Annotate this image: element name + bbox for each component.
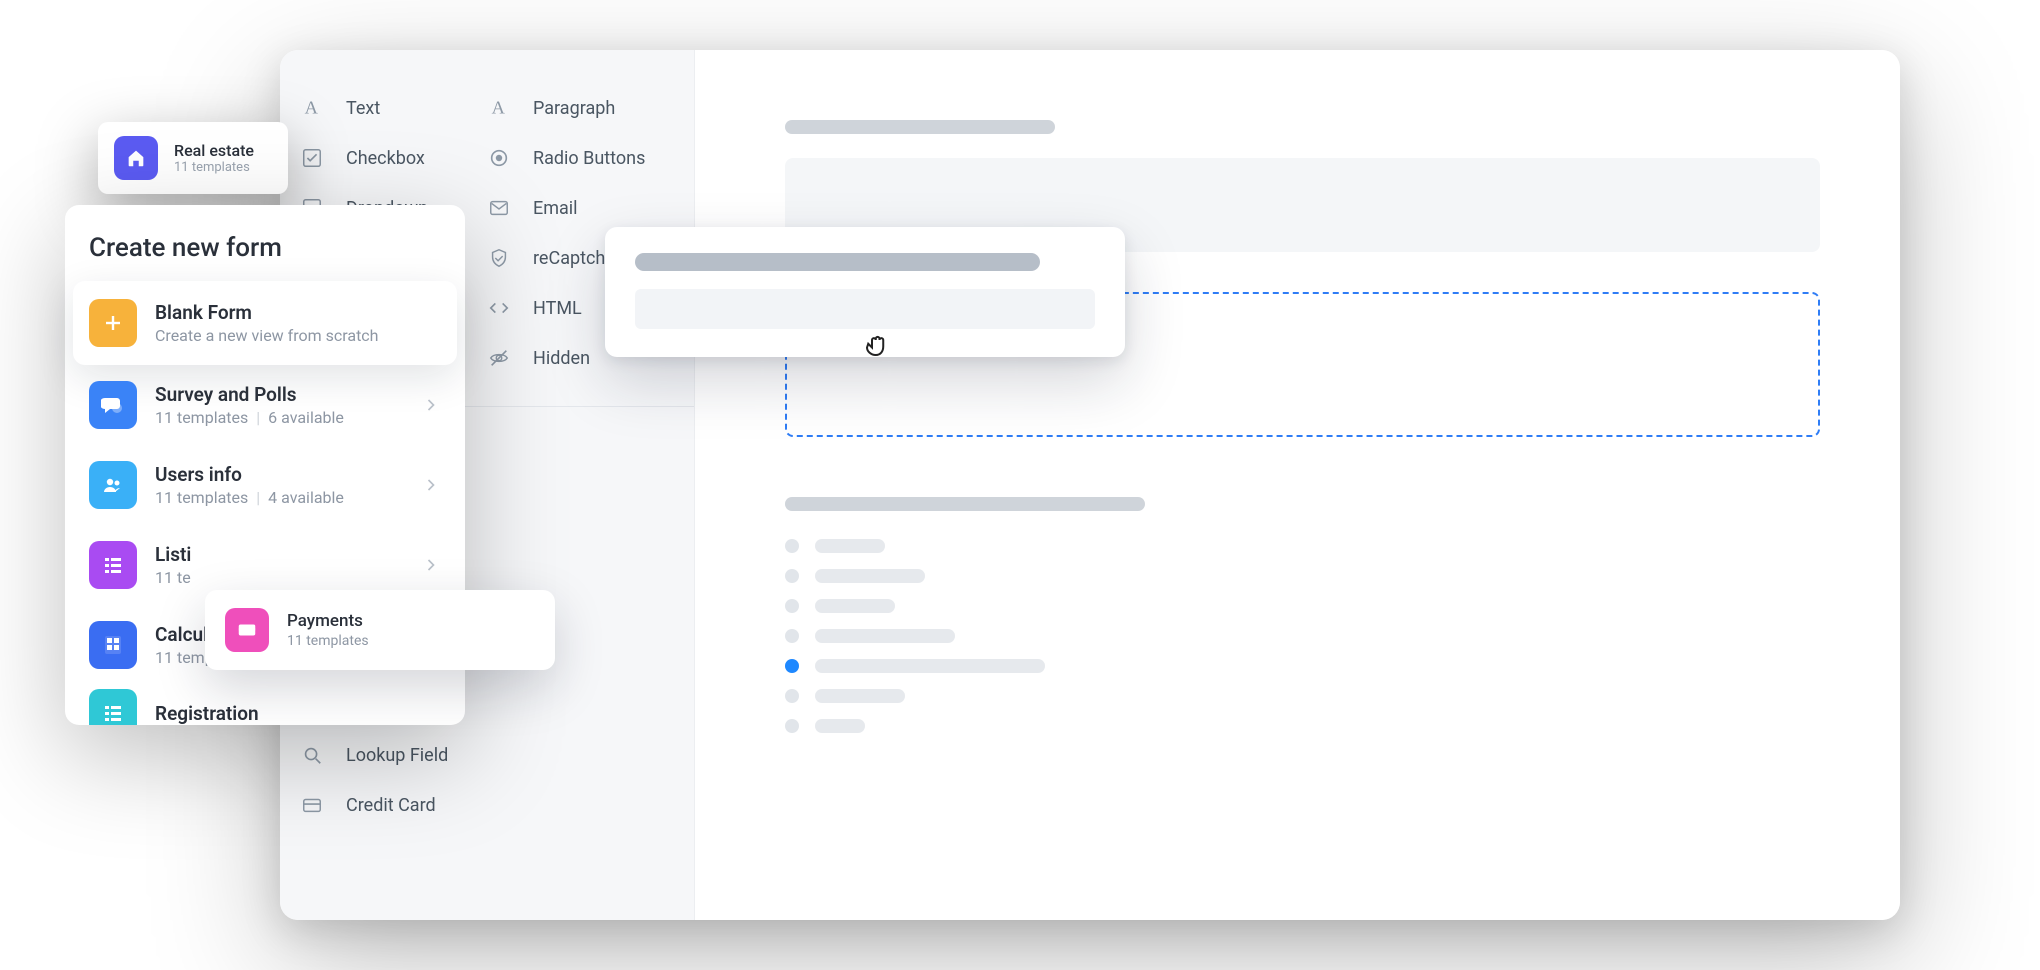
skeleton-radio-row — [785, 689, 1820, 703]
skeleton-radio-row — [785, 539, 1820, 553]
search-icon — [300, 743, 324, 767]
template-title: Registration — [155, 702, 441, 725]
list-icon — [89, 541, 137, 589]
skeleton-radio-dot — [785, 659, 799, 673]
field-label: Lookup Field — [346, 745, 448, 766]
shield-icon — [487, 246, 511, 270]
card-icon — [225, 608, 269, 652]
plus-icon — [89, 299, 137, 347]
template-title: Blank Form — [155, 301, 441, 324]
skeleton-radio-dot — [785, 629, 799, 643]
payments-sub: 11 templates — [287, 633, 369, 649]
checkbox-icon — [300, 146, 324, 170]
field-radio-buttons[interactable]: Radio Buttons — [487, 140, 674, 176]
skeleton-radio-dot — [785, 539, 799, 553]
chat-icon — [89, 381, 137, 429]
template-title: Users info — [155, 463, 403, 486]
chevron-right-icon — [421, 555, 441, 575]
field-label: Checkbox — [346, 148, 425, 169]
real-estate-card[interactable]: Real estate 11 templates — [98, 122, 288, 194]
skeleton-radio-label — [815, 629, 955, 643]
skeleton-radio-row — [785, 569, 1820, 583]
app-window: TextCheckboxDropdown ParagraphRadio Butt… — [280, 50, 1900, 920]
template-usersinfo[interactable]: Users info 11 templates|4 available — [65, 445, 465, 525]
skeleton-title — [785, 120, 1055, 134]
skeleton-radio-label — [815, 719, 865, 733]
field-checkbox[interactable]: Checkbox — [300, 140, 487, 176]
template-blank[interactable]: Blank Form Create a new view from scratc… — [73, 281, 457, 365]
hidden-icon — [487, 346, 511, 370]
skeleton-radio-row — [785, 629, 1820, 643]
create-form-heading: Create new form — [65, 233, 465, 281]
template-sub: 11 templates|4 available — [155, 488, 403, 507]
chevron-right-icon — [421, 395, 441, 415]
chevron-right-icon — [421, 475, 441, 495]
reg-icon — [89, 689, 137, 725]
text-a-icon — [487, 96, 511, 120]
real-estate-title: Real estate — [174, 141, 254, 160]
field-label: HTML — [533, 298, 582, 319]
text-a-icon — [300, 96, 324, 120]
skeleton-radio-dot — [785, 569, 799, 583]
field-label: Credit Card — [346, 795, 436, 816]
skeleton-field-label — [635, 253, 1040, 271]
skeleton-radio-dot — [785, 689, 799, 703]
template-sub: 11 templates|6 available — [155, 408, 403, 427]
radio-icon — [487, 146, 511, 170]
template-title: Survey and Polls — [155, 383, 403, 406]
field-email[interactable]: Email — [487, 190, 674, 226]
field-label: Email — [533, 198, 578, 219]
skeleton-radio-row — [785, 719, 1820, 733]
template-sub: Create a new view from scratch — [155, 326, 441, 345]
skeleton-radio-label — [815, 689, 905, 703]
template-sub: 11 te — [155, 568, 403, 587]
field-credit-card[interactable]: Credit Card — [300, 787, 674, 823]
payments-title: Payments — [287, 611, 369, 631]
skeleton-radio-label — [815, 539, 885, 553]
field-paragraph[interactable]: Paragraph — [487, 90, 674, 126]
email-icon — [487, 196, 511, 220]
template-title: Listi — [155, 543, 403, 566]
skeleton-radio-row — [785, 659, 1820, 673]
field-lookup-field[interactable]: Lookup Field — [300, 737, 674, 773]
skeleton-radio-label — [815, 599, 895, 613]
skeleton-radio-dot — [785, 599, 799, 613]
field-text[interactable]: Text — [300, 90, 487, 126]
form-canvas — [695, 50, 1900, 920]
field-label: Paragraph — [533, 98, 615, 119]
template-registration[interactable]: Registration — [65, 685, 465, 725]
home-icon — [114, 136, 158, 180]
payments-card[interactable]: Payments 11 templates — [205, 590, 555, 670]
template-survey[interactable]: Survey and Polls 11 templates|6 availabl… — [65, 365, 465, 445]
skeleton-radio-title — [785, 497, 1145, 511]
calc-icon — [89, 621, 137, 669]
field-label: Radio Buttons — [533, 148, 645, 169]
field-label: reCaptcha — [533, 248, 615, 269]
skeleton-field-input — [635, 289, 1095, 329]
skeleton-radio-label — [815, 569, 925, 583]
grab-cursor-icon — [862, 330, 892, 360]
field-label: Text — [346, 98, 380, 119]
field-label: Hidden — [533, 348, 590, 369]
users-icon — [89, 461, 137, 509]
card-icon — [300, 793, 324, 817]
code-icon — [487, 296, 511, 320]
skeleton-radio-dot — [785, 719, 799, 733]
skeleton-radio-label — [815, 659, 1045, 673]
skeleton-radio-row — [785, 599, 1820, 613]
real-estate-sub: 11 templates — [174, 160, 254, 175]
